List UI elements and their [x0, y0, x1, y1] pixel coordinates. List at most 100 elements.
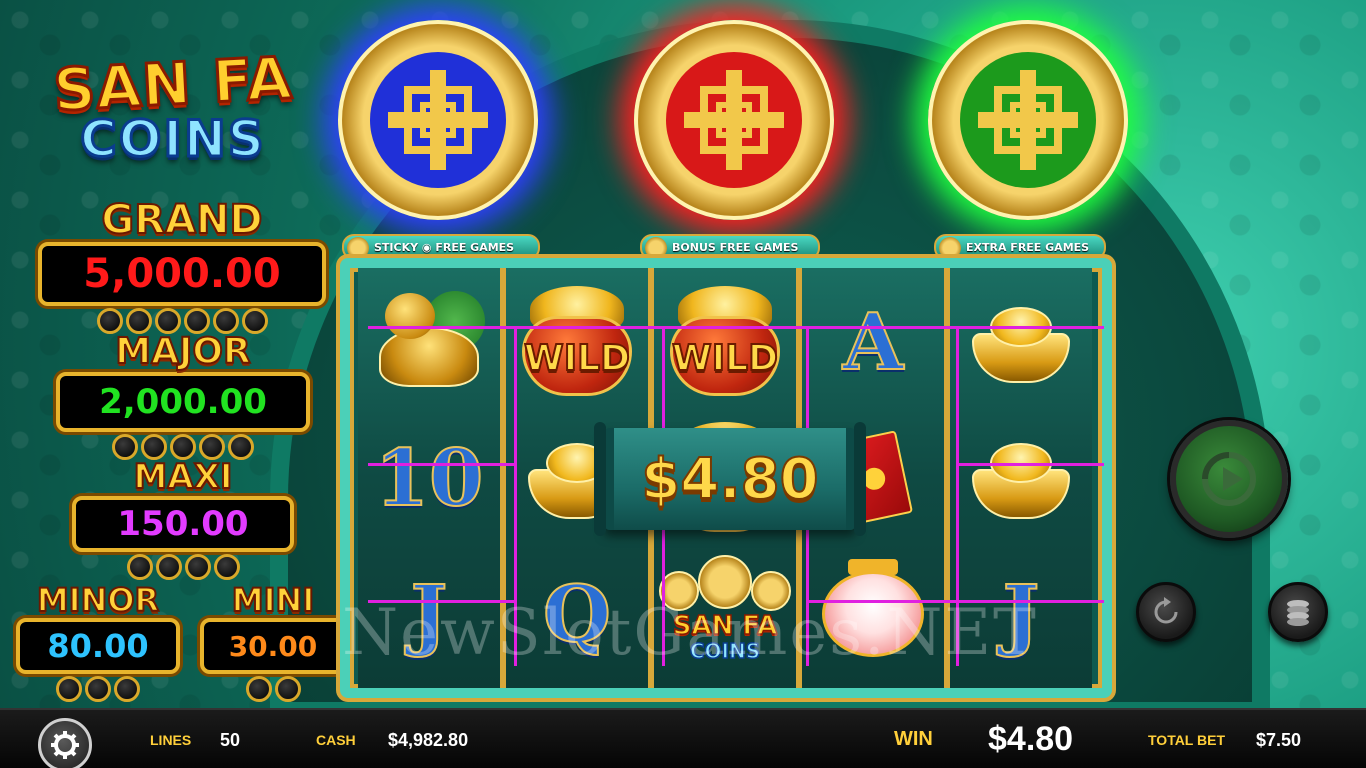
san-fa-coins-logo-icon: SAN FA COINS [655, 549, 795, 679]
coin-icon [939, 237, 961, 259]
mini-logo-line1: SAN FA [672, 610, 778, 642]
win-value: $4.80 [988, 720, 1074, 758]
jackpot-minor-slots [16, 676, 180, 702]
jackpot-mini-value: 30.00 [200, 618, 346, 674]
wild-label: WILD [671, 337, 779, 380]
payline-vertical [514, 326, 517, 666]
symbol-label: J [1002, 568, 1041, 661]
banner-extra-free-games: EXTRA FREE GAMES [934, 234, 1106, 260]
symbol-wild: WILD [654, 272, 796, 412]
banner-label: BONUS FREE GAMES [672, 240, 799, 254]
payline-bottom-left [368, 600, 516, 603]
settings-button[interactable] [38, 718, 92, 768]
wild-pot-icon: WILD [516, 282, 638, 402]
jackpot-major-value: 2,000.00 [56, 372, 310, 432]
slot-dot [184, 554, 211, 580]
gold-ingot-icon [966, 433, 1076, 523]
cash-value: $4,982.80 [388, 730, 469, 750]
game-logo: SAN FA COINS [18, 42, 328, 180]
reel-5: J [950, 268, 1092, 688]
banner-label: STICKY ◉ FREE GAMES [374, 240, 515, 254]
slot-dot [56, 676, 82, 702]
coin-icon [347, 237, 369, 259]
win-amount-display: $4.80 [640, 446, 819, 513]
jackpot-maxi-amount: 150.00 [117, 504, 249, 544]
coin-emblem-icon [960, 52, 1096, 188]
gear-icon [51, 731, 79, 759]
symbol-wild: WILD [506, 272, 648, 412]
spin-icon [1202, 452, 1256, 506]
coin-green [928, 20, 1128, 220]
slot-dot [274, 676, 301, 702]
slot-dot [155, 554, 182, 580]
jackpot-minor-value: 80.00 [16, 618, 180, 674]
slot-dot [126, 554, 153, 580]
jackpot-maxi-value: 150.00 [72, 496, 294, 552]
symbol-logo: SAN FA COINS [654, 544, 796, 684]
jackpot-minor-amount: 80.00 [47, 627, 149, 665]
jackpot-grand-amount: 5,000.00 [83, 251, 281, 297]
symbol-label: A [842, 296, 905, 389]
coin-emblem-icon [370, 52, 506, 188]
gold-ingot-icon [966, 297, 1076, 387]
win-label: WIN [894, 728, 933, 750]
bottom-bar: LINES 50 CASH $4,982.80 WIN $4.80 TOTAL … [0, 708, 1366, 768]
symbol-ingot [950, 408, 1092, 548]
symbol-jack: J [950, 544, 1092, 684]
payline-mid-right [958, 463, 1104, 466]
lantern-icon [818, 559, 928, 669]
autoplay-button[interactable] [1136, 582, 1196, 642]
reel-1: 10 J [358, 268, 500, 688]
payline-vertical [956, 326, 959, 666]
lines-value: 50 [220, 730, 241, 750]
symbol-ingot [950, 272, 1092, 412]
coin-stack-icon [1287, 600, 1309, 626]
autoplay-icon [1154, 597, 1178, 624]
jackpot-minor-title: MINOR [36, 581, 160, 619]
jackpot-major: MAJOR 2,000.00 [56, 331, 310, 460]
jackpot-mini: MINI 30.00 [200, 583, 346, 702]
symbol-turtle [358, 272, 500, 412]
payline-top [368, 326, 1104, 329]
wild-pot-icon: WILD [664, 282, 786, 402]
total-bet-label: TOTAL BET [1148, 732, 1225, 748]
slot-dot [85, 676, 111, 702]
jackpot-grand-value: 5,000.00 [38, 242, 326, 306]
coin-red [634, 20, 834, 220]
jackpot-mini-amount: 30.00 [228, 629, 318, 663]
banner-sticky-free-games: STICKY ◉ FREE GAMES [342, 234, 540, 260]
jackpot-minor: MINOR 80.00 [16, 581, 180, 702]
jackpot-grand-title: GRAND [100, 197, 263, 243]
coin-blue [338, 20, 538, 220]
jackpot-maxi-slots [72, 554, 294, 580]
slot-dot [114, 676, 140, 702]
coin-emblem-icon [666, 52, 802, 188]
coin-icon [645, 237, 667, 259]
jackpot-grand: GRAND 5,000.00 [38, 197, 326, 334]
banner-bonus-free-games: BONUS FREE GAMES [640, 234, 820, 260]
banner-label: EXTRA FREE GAMES [966, 240, 1090, 254]
bet-button[interactable] [1268, 582, 1328, 642]
slot-dot [213, 554, 240, 580]
total-bet-value: $7.50 [1256, 730, 1302, 750]
symbol-label: Q [542, 568, 612, 661]
symbol-label: J [410, 568, 449, 661]
jackpot-major-title: MAJOR [114, 331, 251, 372]
cash-label: CASH [316, 732, 356, 748]
spin-button[interactable] [1170, 420, 1288, 538]
wild-label: WILD [523, 337, 631, 380]
symbol-ace: A [802, 272, 944, 412]
mini-logo-line2: COINS [689, 638, 761, 664]
jackpot-maxi: MAXI 150.00 [72, 457, 294, 580]
symbol-jack: J [358, 544, 500, 684]
symbol-ten: 10 [358, 408, 500, 548]
symbol-label: 10 [374, 432, 485, 525]
lines-label: LINES [150, 732, 192, 748]
win-amount-scroll: $4.80 [594, 422, 866, 536]
symbol-queen: Q [506, 544, 648, 684]
symbol-lantern [802, 544, 944, 684]
payline-mid-left [368, 463, 516, 466]
jackpot-maxi-title: MAXI [132, 457, 233, 497]
turtle-icon [369, 287, 489, 397]
jackpot-mini-slots [200, 676, 346, 702]
